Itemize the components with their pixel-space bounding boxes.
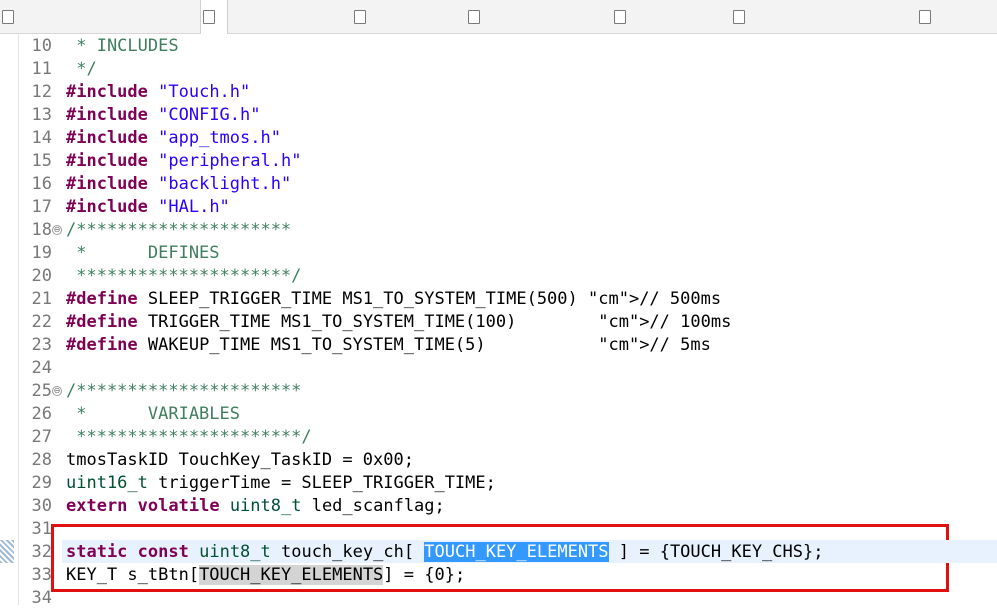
code-line-30[interactable]: 30 extern volatile uint8_t led_scanflag; <box>0 494 997 517</box>
code-line-11[interactable]: 11 */ <box>0 57 997 80</box>
code-text: tmosTaskID TouchKey_TaskID = 0x00; <box>66 450 414 470</box>
line-number: 21 <box>31 289 52 309</box>
code-text: #define TRIGGER_TIME MS1_TO_SYSTEM_TIME(… <box>66 312 732 332</box>
tab-peripheral-main-c[interactable] <box>0 0 20 33</box>
header-file-icon <box>614 9 626 24</box>
header-file-icon <box>468 9 480 24</box>
line-number: 25 <box>31 381 52 401</box>
code-line-15[interactable]: 15 #include "peripheral.h" <box>0 149 997 172</box>
tab-touch-c[interactable] <box>352 0 372 33</box>
line-number: 24 <box>31 358 52 378</box>
code-line-17[interactable]: 17 #include "HAL.h" <box>0 195 997 218</box>
occurrence-marker[interactable] <box>0 540 14 563</box>
code-text: KEY_T s_tBtn[TOUCH_KEY_ELEMENTS] = {0}; <box>66 565 466 585</box>
tab-app-tmos-c[interactable] <box>200 0 228 34</box>
line-number: 27 <box>31 427 52 447</box>
tab-ch58x-timer0-c[interactable] <box>731 0 751 33</box>
line-number: 33 <box>31 565 52 585</box>
code-line-33[interactable]: 33 KEY_T s_tBtn[TOUCH_KEY_ELEMENTS] = {0}… <box>0 563 997 586</box>
code-editor[interactable]: 10 * INCLUDES 11 */12 #include "Touch.h" 13… <box>0 34 997 608</box>
fold-toggle-icon[interactable]: ⊖ <box>52 386 62 396</box>
code-line-19[interactable]: 19 * DEFINES <box>0 241 997 264</box>
code-text: uint16_t triggerTime = SLEEP_TRIGGER_TIM… <box>66 473 496 493</box>
c-file-icon <box>919 9 931 24</box>
code-line-21[interactable]: 21 #define SLEEP_TRIGGER_TIME MS1_TO_SYST… <box>0 287 997 310</box>
line-number: 18 <box>31 220 52 240</box>
line-number: 19 <box>31 243 52 263</box>
c-file-icon <box>733 9 745 24</box>
code-text: * DEFINES <box>66 243 220 263</box>
code-line-26[interactable]: 26 * VARIABLES <box>0 402 997 425</box>
code-text: **********************/ <box>66 427 312 447</box>
code-text: #include "CONFIG.h" <box>66 105 261 125</box>
line-number: 15 <box>31 151 52 171</box>
code-line-23[interactable]: 23 #define WAKEUP_TIME MS1_TO_SYSTEM_TIME… <box>0 333 997 356</box>
code-line-16[interactable]: 16 #include "backlight.h" <box>0 172 997 195</box>
code-text: * INCLUDES <box>66 36 179 56</box>
line-number: 31 <box>31 519 52 539</box>
line-number: 14 <box>31 128 52 148</box>
occurrence-highlight: TOUCH_KEY_ELEMENTS <box>199 565 384 585</box>
line-number: 29 <box>31 473 52 493</box>
line-number: 32 <box>31 542 52 562</box>
code-line-31[interactable]: 31 <box>0 517 997 540</box>
code-line-12[interactable]: 12 #include "Touch.h" <box>0 80 997 103</box>
code-text: /********************** <box>66 381 302 401</box>
code-text: #include "Touch.h" <box>66 82 251 102</box>
line-number: 20 <box>31 266 52 286</box>
line-number: 22 <box>31 312 52 332</box>
code-text: #include "app_tmos.h" <box>66 128 281 148</box>
c-file-icon <box>2 9 14 24</box>
line-number: 16 <box>31 174 52 194</box>
line-number: 23 <box>31 335 52 355</box>
code-text: */ <box>66 59 97 79</box>
tab-startup[interactable] <box>917 0 937 33</box>
code-line-29[interactable]: 29 uint16_t triggerTime = SLEEP_TRIGGER_T… <box>0 471 997 494</box>
line-number: 17 <box>31 197 52 217</box>
fold-toggle-icon[interactable]: ⊖ <box>52 225 62 235</box>
code-text: /********************* <box>66 220 292 240</box>
code-line-14[interactable]: 14 #include "app_tmos.h" <box>0 126 997 149</box>
code-text: #include "HAL.h" <box>66 197 230 217</box>
code-text: *********************/ <box>66 266 302 286</box>
line-number: 13 <box>31 105 52 125</box>
code-text: #define WAKEUP_TIME MS1_TO_SYSTEM_TIME(5… <box>66 335 711 355</box>
code-line-32[interactable]: 32 static const uint8_t touch_key_ch[ TOU… <box>0 540 997 563</box>
c-file-icon <box>203 10 215 24</box>
code-line-25[interactable]: 25 ⊖ /********************** <box>0 379 997 402</box>
code-line-28[interactable]: 28 tmosTaskID TouchKey_TaskID = 0x00; <box>0 448 997 471</box>
selected-text: TOUCH_KEY_ELEMENTS <box>424 542 609 562</box>
code-text: #include "peripheral.h" <box>66 151 302 171</box>
code-text: extern volatile uint8_t led_scanflag; <box>66 496 445 516</box>
code-text: * VARIABLES <box>66 404 240 424</box>
code-line-13[interactable]: 13 #include "CONFIG.h" <box>0 103 997 126</box>
code-text: #include "backlight.h" <box>66 174 292 194</box>
line-number: 30 <box>31 496 52 516</box>
code-line-34[interactable]: 34 <box>0 586 997 609</box>
line-number: 10 <box>31 36 52 56</box>
tab-touch-h[interactable] <box>612 0 632 33</box>
code-line-10[interactable]: 10 * INCLUDES <box>0 34 997 57</box>
editor-tab-bar <box>0 0 997 34</box>
code-line-18[interactable]: 18 ⊖ /********************* <box>0 218 997 241</box>
line-number: 34 <box>31 588 52 608</box>
code-line-27[interactable]: 27 **********************/ <box>0 425 997 448</box>
code-text: static const uint8_t touch_key_ch[ TOUCH… <box>66 542 824 562</box>
line-number: 12 <box>31 82 52 102</box>
code-line-24[interactable]: 24 <box>0 356 997 379</box>
code-text: #define SLEEP_TRIGGER_TIME MS1_TO_SYSTEM… <box>66 289 722 309</box>
line-number: 26 <box>31 404 52 424</box>
c-file-icon <box>354 9 366 24</box>
line-number: 11 <box>31 59 52 79</box>
tab-wchtouch-h[interactable] <box>466 0 486 33</box>
code-line-20[interactable]: 20 *********************/ <box>0 264 997 287</box>
code-line-22[interactable]: 22 #define TRIGGER_TIME MS1_TO_SYSTEM_TIM… <box>0 310 997 333</box>
line-number: 28 <box>31 450 52 470</box>
